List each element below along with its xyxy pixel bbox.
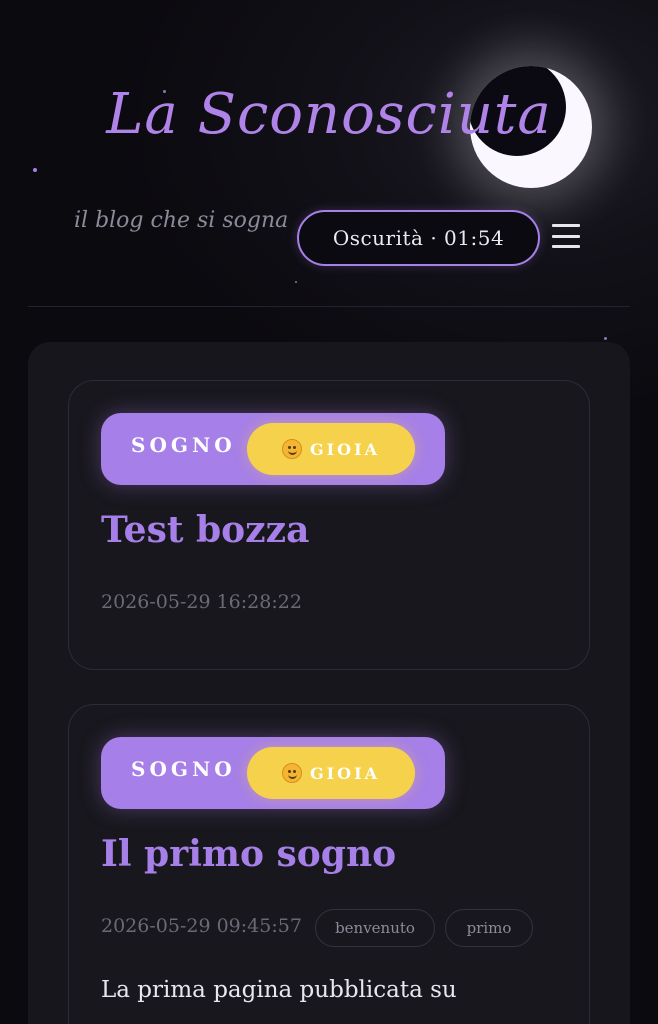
post-excerpt: La prima pagina pubblicata su (101, 977, 457, 1003)
header-divider (28, 306, 630, 307)
smiling-face-icon (282, 439, 302, 459)
post-date: 2026-05-29 09:45:57 (101, 915, 302, 937)
tag-primo[interactable]: primo (445, 909, 533, 947)
star-decoration (295, 281, 297, 283)
mood-badge[interactable]: GIOIA (247, 747, 415, 799)
category-badge[interactable]: SOGNO (131, 757, 236, 781)
site-tagline: il blog che si sogna (74, 208, 289, 233)
site-title[interactable]: La Sconosciuta (0, 82, 658, 147)
page: La Sconosciuta il blog che si sogna Oscu… (0, 0, 658, 1024)
post-badges: SOGNO GIOIA (101, 413, 445, 485)
post-badges: SOGNO GIOIA (101, 737, 445, 809)
hamburger-menu-icon[interactable] (552, 222, 580, 250)
post-title[interactable]: Test bozza (101, 509, 309, 551)
post-title[interactable]: Il primo sogno (101, 833, 396, 875)
post-card[interactable]: SOGNO GIOIA Test bozza 2026-05-29 16:28:… (68, 380, 590, 670)
star-decoration (33, 168, 37, 172)
smiling-face-icon (282, 763, 302, 783)
tag-benvenuto[interactable]: benvenuto (315, 909, 435, 947)
star-decoration (604, 337, 607, 340)
mood-label: GIOIA (310, 763, 380, 783)
theme-toggle-button[interactable]: Oscurità · 01:54 (297, 210, 540, 266)
post-date: 2026-05-29 16:28:22 (101, 591, 302, 613)
mood-badge[interactable]: GIOIA (247, 423, 415, 475)
theme-toggle-label: Oscurità · 01:54 (332, 226, 505, 250)
post-card[interactable]: SOGNO GIOIA Il primo sogno 2026-05-29 09… (68, 704, 590, 1024)
category-badge[interactable]: SOGNO (131, 433, 236, 457)
mood-label: GIOIA (310, 439, 380, 459)
